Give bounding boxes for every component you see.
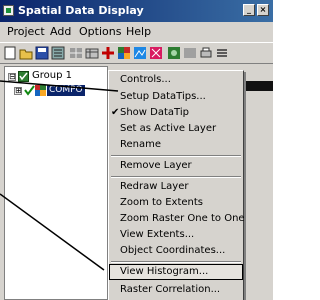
spatial-data-display-window: Spatial Data Display _ × Project Add Opt… xyxy=(0,0,273,300)
callout-leader-lines xyxy=(0,80,119,271)
